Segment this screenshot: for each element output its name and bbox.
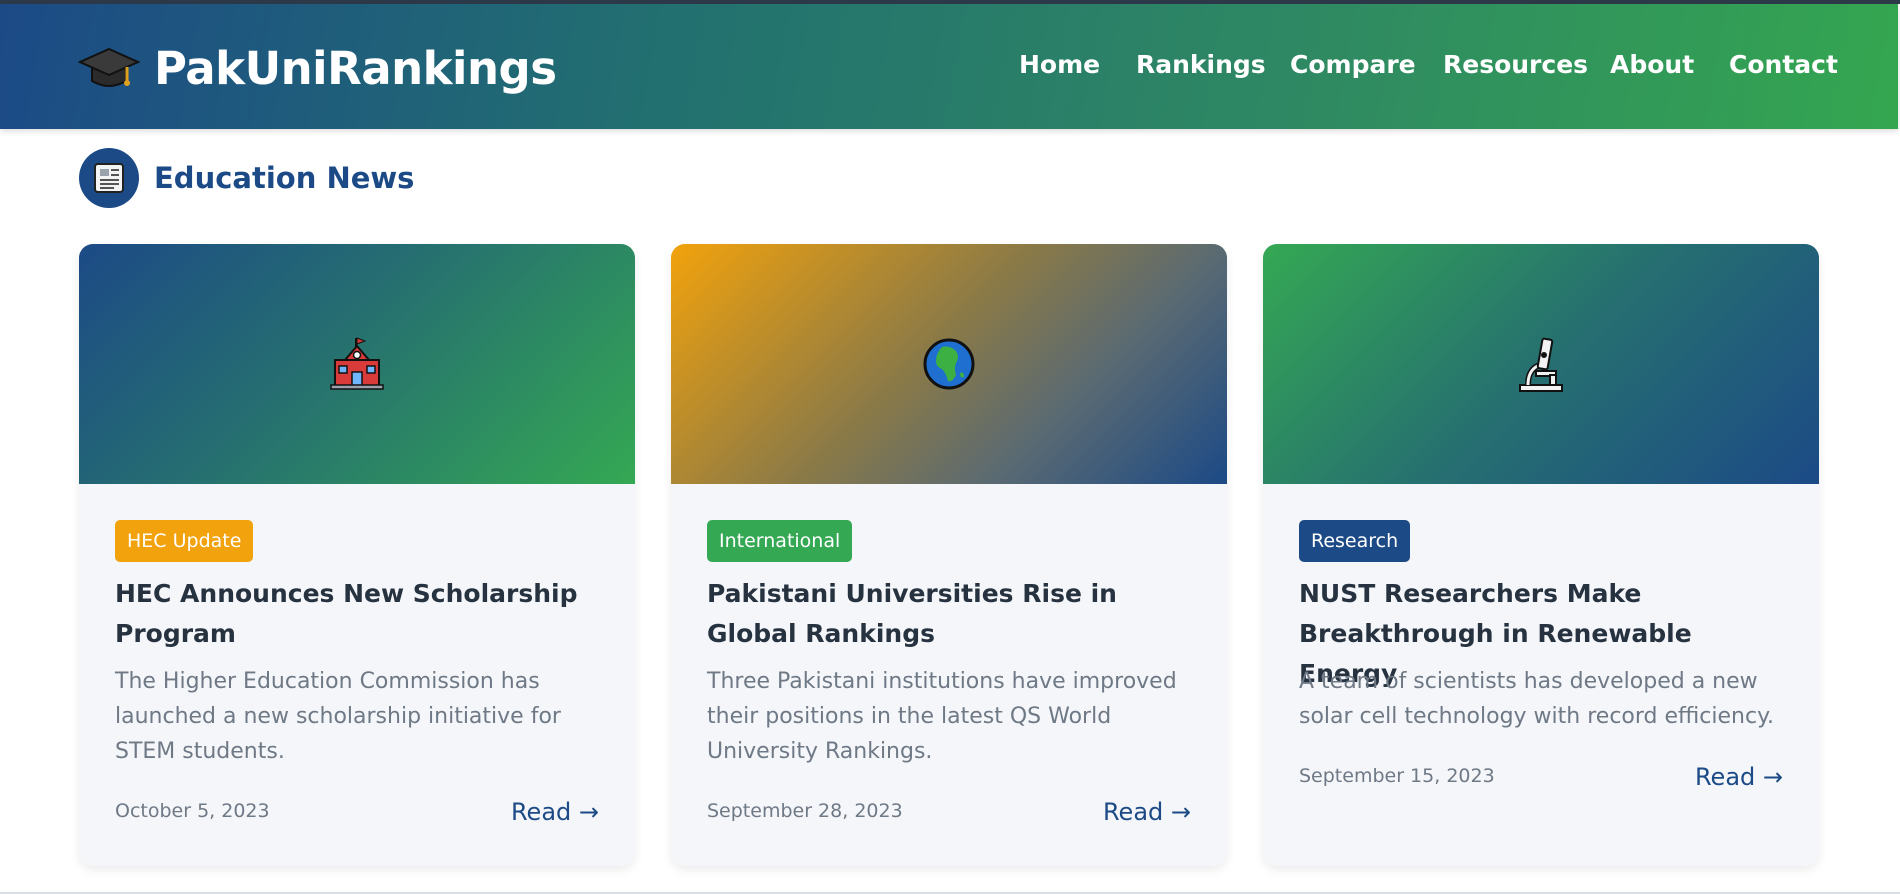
- nav-home[interactable]: Home: [1019, 50, 1100, 79]
- microscope-icon: [1519, 337, 1563, 392]
- category-badge: HEC Update: [115, 520, 254, 562]
- card-image: [79, 244, 635, 484]
- card-excerpt: Three Pakistani institutions have improv…: [707, 669, 1177, 764]
- nav-compare[interactable]: Compare: [1290, 50, 1416, 79]
- graduation-cap-icon: [78, 47, 140, 87]
- read-more-link[interactable]: Read →: [1695, 763, 1783, 791]
- brand-name: PakUniRankings: [154, 42, 557, 95]
- main-nav: Home Rankings Compare Resources About Co…: [1000, 4, 1838, 129]
- brand-logo-link[interactable]: PakUniRankings: [78, 42, 557, 95]
- card-date: September 28, 2023: [707, 800, 903, 822]
- nav-about[interactable]: About: [1610, 50, 1694, 79]
- news-card[interactable]: HEC Update HEC Announces New Scholarship…: [79, 244, 635, 866]
- card-date: September 15, 2023: [1299, 765, 1495, 787]
- nav-resources[interactable]: Resources: [1443, 50, 1588, 79]
- nav-contact[interactable]: Contact: [1729, 50, 1838, 79]
- school-icon: [330, 337, 384, 390]
- news-card[interactable]: International Pakistani Universities Ris…: [671, 244, 1227, 866]
- section-header: Education News: [79, 148, 414, 208]
- card-date: October 5, 2023: [115, 800, 270, 822]
- category-badge: International: [707, 520, 853, 562]
- card-title[interactable]: Pakistani Universities Rise in Global Ra…: [707, 574, 1197, 654]
- card-image: [1263, 244, 1819, 484]
- globe-africa-icon: [923, 338, 975, 390]
- category-badge: Research: [1299, 520, 1411, 562]
- section-title: Education News: [154, 161, 415, 195]
- news-card[interactable]: Research NUST Researchers Make Breakthro…: [1263, 244, 1819, 866]
- card-image: [671, 244, 1227, 484]
- card-excerpt: A team of scientists has developed a new…: [1299, 669, 1774, 729]
- card-excerpt: The Higher Education Commission has laun…: [115, 669, 561, 764]
- newspaper-icon: [79, 148, 139, 208]
- read-more-link[interactable]: Read →: [1103, 798, 1191, 826]
- site-header: PakUniRankings Home Rankings Compare Res…: [0, 4, 1898, 129]
- nav-rankings[interactable]: Rankings: [1136, 50, 1266, 79]
- card-title[interactable]: HEC Announces New Scholarship Program: [115, 574, 605, 654]
- read-more-link[interactable]: Read →: [511, 798, 599, 826]
